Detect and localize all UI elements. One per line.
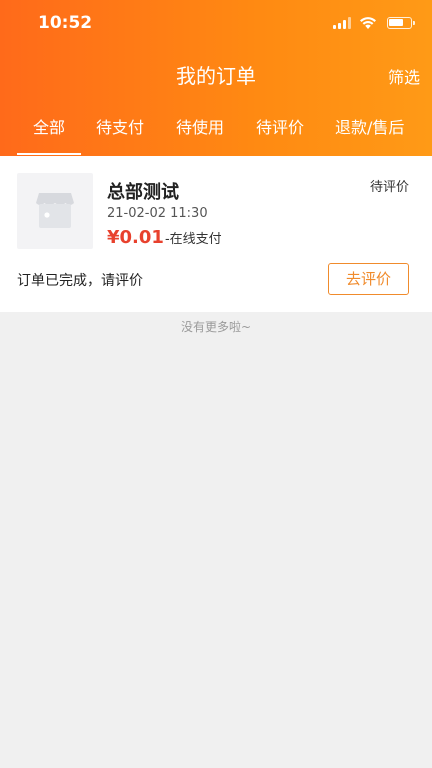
order-price: ¥0.01 <box>107 227 164 248</box>
header: 10:52 我的订单 筛选 全部 待支付 待使用 待评价 退款/售后 <box>0 0 432 156</box>
status-bar: 10:52 <box>0 0 432 48</box>
order-status: 待评价 <box>369 180 409 195</box>
order-card[interactable]: 总部测试 待评价 21-02-02 11:30 ¥0.01 -在线支付 订单已完… <box>0 156 432 312</box>
active-tab-indicator <box>17 153 81 155</box>
order-thumbnail <box>17 173 93 249</box>
price-line: ¥0.01 -在线支付 <box>107 227 222 248</box>
filter-button[interactable]: 筛选 <box>388 64 420 88</box>
orders-page: 10:52 我的订单 筛选 全部 待支付 待使用 待评价 退款/售后 总部测试 … <box>0 0 432 768</box>
store-name: 总部测试 <box>107 182 179 203</box>
tab-pending-use[interactable]: 待使用 <box>176 114 224 138</box>
page-title: 我的订单 <box>176 64 256 88</box>
tab-all[interactable]: 全部 <box>33 114 65 138</box>
status-icons <box>333 14 415 32</box>
tab-pending-review[interactable]: 待评价 <box>256 114 304 138</box>
order-date: 21-02-02 11:30 <box>107 206 208 221</box>
payment-method: -在线支付 <box>164 232 222 247</box>
no-more-text: 没有更多啦~ <box>180 320 252 334</box>
cellular-signal-icon <box>333 17 351 29</box>
tab-refund-aftersale[interactable]: 退款/售后 <box>335 114 404 138</box>
review-button[interactable]: 去评价 <box>328 263 409 295</box>
battery-icon <box>387 17 415 29</box>
order-hint: 订单已完成，请评价 <box>17 273 143 289</box>
order-tabs: 全部 待支付 待使用 待评价 退款/售后 <box>0 108 432 156</box>
tab-pending-payment[interactable]: 待支付 <box>96 114 144 138</box>
store-icon <box>36 193 74 228</box>
status-time: 10:52 <box>38 13 93 33</box>
wifi-icon <box>360 17 376 29</box>
